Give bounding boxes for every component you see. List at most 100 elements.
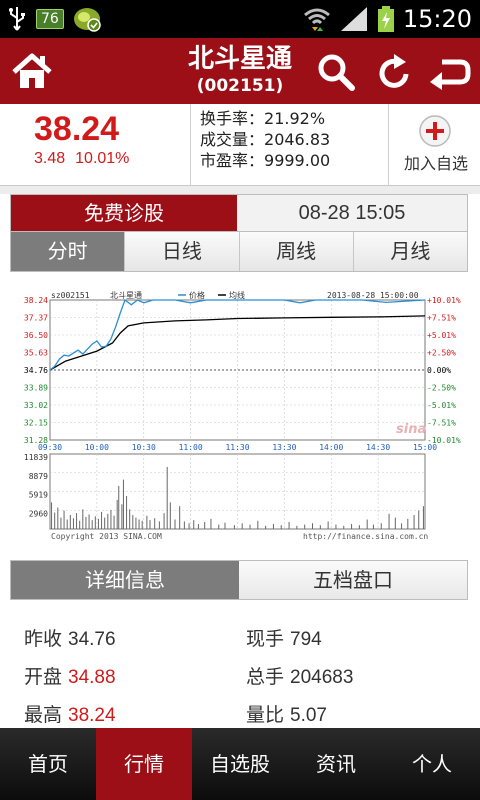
- tab-intraday[interactable]: 分时: [11, 232, 125, 271]
- change-percent: 10.01%: [75, 150, 130, 167]
- x-tick: 14:00: [319, 443, 343, 452]
- turnover-label: 换手率：: [200, 109, 265, 128]
- status-bar: 76 15:20: [0, 0, 480, 38]
- tab-monthly[interactable]: 月线: [352, 232, 467, 271]
- detail-info: 昨收 34.76 现手 794 开盘 34.88 总手 204683 最高 38.24 量…: [0, 612, 480, 732]
- y-tick-left: 37.37: [24, 314, 48, 323]
- stock-name: 北斗星通: [187, 44, 292, 74]
- detail-open: 开盘 34.88: [24, 662, 116, 689]
- high-value: 38.24: [68, 705, 116, 726]
- current-price: 38.24: [34, 110, 120, 148]
- y-tick-right: +10.01%: [427, 296, 461, 305]
- nav-market[interactable]: 行情: [96, 728, 192, 800]
- nav-news[interactable]: 资讯: [288, 728, 384, 800]
- chart-symbol: sz002151: [51, 291, 90, 300]
- prev-close-value: 34.76: [68, 629, 116, 650]
- add-to-watchlist-button[interactable]: 加入自选: [392, 104, 480, 186]
- volume-tick: 11839: [24, 453, 48, 462]
- refresh-icon[interactable]: [376, 52, 414, 92]
- detail-current-hand: 现手 794: [246, 624, 322, 651]
- tab-weekly[interactable]: 周线: [238, 232, 353, 271]
- battery-badge: 76: [36, 9, 64, 29]
- bottom-nav: 首页 行情 自选股 资讯 个人: [0, 728, 480, 800]
- volume-ratio-value: 5.07: [290, 705, 327, 726]
- chart-svg: sz002151 北斗星通 价格 均线 2013-08-28 15:00:00 …: [24, 290, 461, 541]
- y-axis-right-ticks: +10.01% +7.51% +5.01% +2.50% 0.00% -2.50% -5.0…: [427, 296, 461, 445]
- nav-watchlist[interactable]: 自选股: [192, 728, 288, 800]
- pe-row: 市盈率：9999.00: [200, 150, 330, 171]
- tab-daily[interactable]: 日线: [124, 232, 239, 271]
- y-tick-left: 34.76: [24, 366, 48, 375]
- y-tick-right: -7.51%: [427, 419, 456, 428]
- y-tick-left: 36.50: [24, 331, 48, 340]
- x-tick: 09:30: [38, 443, 62, 452]
- y-tick-left: 33.89: [24, 384, 48, 393]
- total-hand-value: 204683: [290, 667, 354, 688]
- intraday-chart: sz002151 北斗星通 价格 均线 2013-08-28 15:00:00 …: [10, 290, 470, 544]
- y-tick-right: 0.00%: [427, 366, 451, 375]
- change-value: 3.48: [34, 150, 66, 167]
- price-change: 3.48 10.01%: [34, 150, 129, 168]
- y-tick-right: +2.50%: [427, 349, 456, 358]
- volume-tick: 8879: [29, 472, 48, 481]
- pe-label: 市盈率：: [200, 151, 265, 170]
- detail-tabs: 详细信息 五档盘口: [10, 560, 468, 600]
- detail-high: 最高 38.24: [24, 700, 116, 727]
- tab-order-book[interactable]: 五档盘口: [239, 561, 467, 599]
- chart-stock-name: 北斗星通: [110, 290, 142, 300]
- current-hand-value: 794: [290, 629, 322, 650]
- x-tick: 11:00: [179, 443, 203, 452]
- diagnose-bar: 免费诊股 08-28 15:05: [10, 194, 468, 232]
- stock-code: (002151): [196, 76, 284, 96]
- y-tick-left: 35.63: [24, 349, 48, 358]
- free-diagnose-button[interactable]: 免费诊股: [11, 195, 237, 231]
- period-tabs: 分时 日线 周线 月线: [10, 232, 468, 272]
- volume-ratio-label: 量比: [246, 704, 285, 726]
- current-hand-label: 现手: [246, 628, 285, 650]
- volume-value: 2046.83: [264, 130, 331, 149]
- y-tick-right: +7.51%: [427, 314, 456, 323]
- y-tick-left: 32.15: [24, 419, 48, 428]
- app-notify-icon: [73, 8, 101, 32]
- sina-watermark: sina: [396, 422, 426, 437]
- usb-icon: [9, 7, 25, 31]
- y-tick-right: -2.50%: [427, 384, 456, 393]
- chart-source-url: http://finance.sina.com.cn: [303, 532, 428, 541]
- home-icon[interactable]: [10, 50, 54, 92]
- x-tick: 14:30: [366, 443, 390, 452]
- separator: [0, 186, 480, 194]
- battery-charging-icon: [377, 6, 394, 32]
- wifi-icon: [303, 8, 330, 31]
- y-tick-right: -5.01%: [427, 401, 456, 410]
- back-icon[interactable]: [428, 54, 472, 90]
- volume-axis-ticks: 11839 8879 5919 2960: [24, 453, 48, 518]
- x-tick: 10:30: [132, 443, 156, 452]
- total-hand-label: 总手: [246, 666, 285, 688]
- x-tick: 15:00: [413, 443, 437, 452]
- nav-profile[interactable]: 个人: [384, 728, 480, 800]
- x-tick: 11:30: [225, 443, 249, 452]
- tab-details[interactable]: 详细信息: [11, 561, 239, 599]
- y-tick-left: 38.24: [24, 296, 48, 305]
- plus-circle-icon: [419, 115, 451, 147]
- detail-total-hand: 总手 204683: [246, 662, 353, 689]
- volume-tick: 5919: [29, 491, 48, 500]
- x-tick: 10:00: [85, 443, 109, 452]
- x-axis-ticks: 09:30 10:00 10:30 11:00 11:30 13:30 14:00 14:30…: [38, 443, 437, 452]
- prev-close-label: 昨收: [24, 628, 63, 650]
- signal-icon: [340, 7, 367, 31]
- search-icon[interactable]: [316, 52, 356, 92]
- turnover-row: 换手率：21.92%: [200, 108, 330, 129]
- legend-price-label: 价格: [189, 290, 205, 300]
- divider: [388, 104, 389, 186]
- add-to-watchlist-label: 加入自选: [403, 154, 468, 173]
- chart-date: 2013-08-28 15:00:00: [327, 291, 419, 300]
- y-tick-left: 33.02: [24, 401, 48, 410]
- pe-value: 9999.00: [264, 151, 331, 170]
- app-header: 北斗星通 (002151): [0, 38, 480, 104]
- y-tick-right: +5.01%: [427, 331, 456, 340]
- volume-row: 成交量：2046.83: [200, 129, 330, 150]
- x-tick: 13:30: [272, 443, 296, 452]
- detail-volume-ratio: 量比 5.07: [246, 700, 327, 727]
- nav-home[interactable]: 首页: [0, 728, 96, 800]
